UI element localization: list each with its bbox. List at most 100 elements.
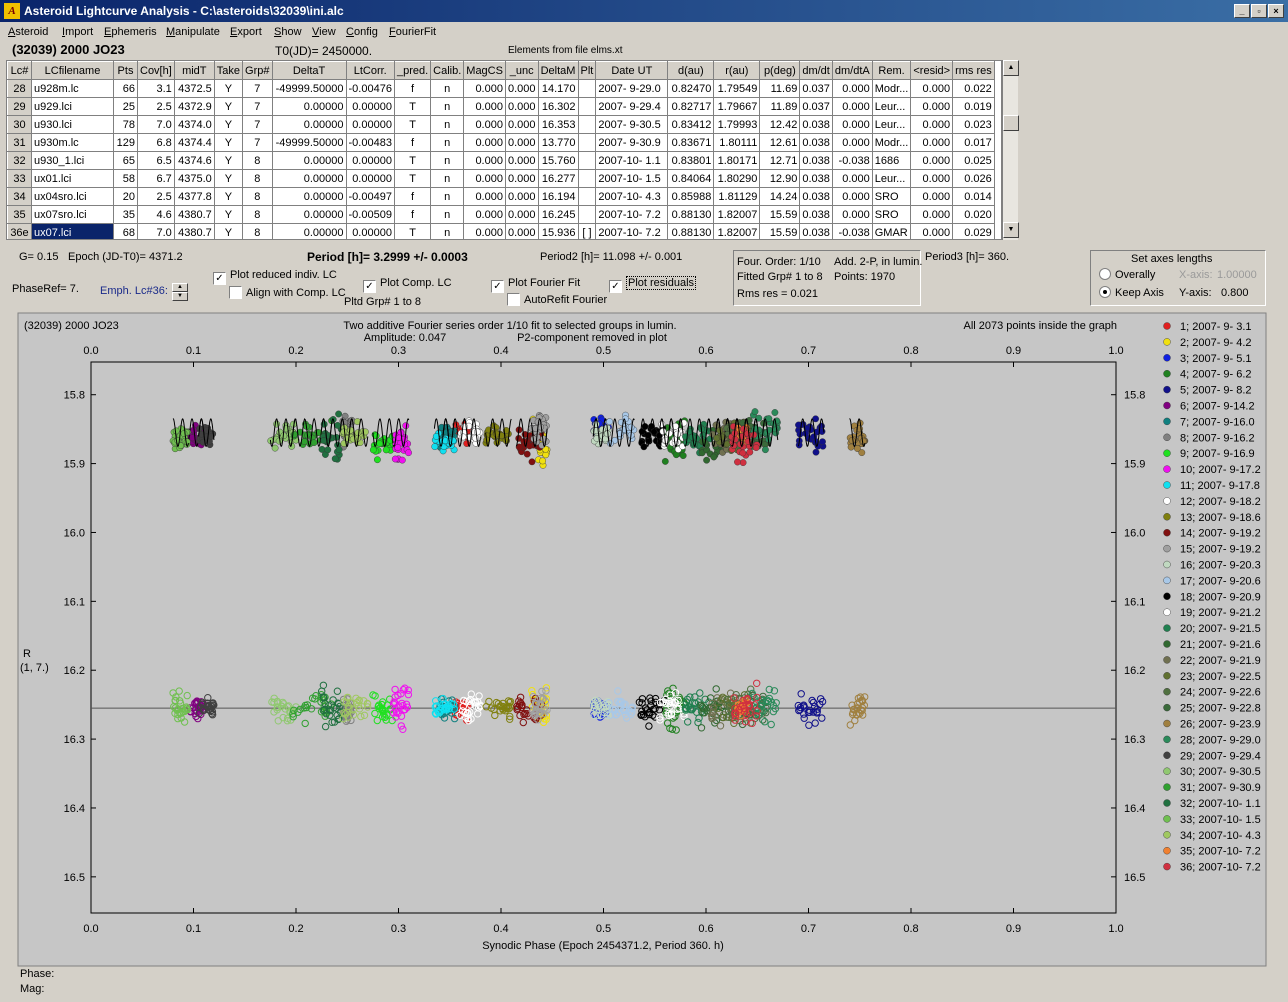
data-point bbox=[275, 437, 283, 445]
data-point bbox=[348, 416, 356, 424]
mag-readout-label: Mag: bbox=[20, 983, 45, 995]
data-point bbox=[320, 437, 328, 444]
legend-marker bbox=[1163, 529, 1171, 537]
legend-marker bbox=[1163, 703, 1171, 712]
legend-entry: 24; 2007- 9-22.6 bbox=[1180, 687, 1261, 699]
legend-entry: 5; 2007- 9- 8.2 bbox=[1180, 385, 1252, 397]
data-point bbox=[734, 458, 741, 466]
x-tick-label-bottom: 0.0 bbox=[83, 923, 98, 935]
legend-marker bbox=[1163, 513, 1171, 521]
legend-marker bbox=[1163, 640, 1171, 648]
data-point bbox=[859, 437, 867, 445]
legend-entry: 34; 2007-10- 4.3 bbox=[1180, 830, 1261, 842]
x-tick-label-top: 0.5 bbox=[596, 345, 611, 357]
legend-marker bbox=[1163, 672, 1171, 680]
data-point bbox=[373, 456, 381, 464]
x-tick-label-top: 0.1 bbox=[186, 345, 201, 357]
legend-entry: 17; 2007- 9-20.6 bbox=[1180, 575, 1261, 587]
data-point bbox=[740, 425, 747, 433]
y-tick-label-right: 16.0 bbox=[1124, 527, 1145, 539]
data-point bbox=[335, 446, 343, 454]
legend-entry: 25; 2007- 9-22.8 bbox=[1180, 703, 1261, 715]
data-point bbox=[431, 443, 439, 450]
data-point bbox=[819, 438, 826, 446]
data-point bbox=[331, 455, 339, 463]
y-tick-label-left: 16.4 bbox=[64, 803, 85, 815]
legend-entry: 21; 2007- 9-21.6 bbox=[1180, 639, 1261, 651]
data-point bbox=[751, 408, 759, 415]
data-point bbox=[752, 444, 760, 451]
legend-entry: 18; 2007- 9-20.9 bbox=[1180, 591, 1261, 603]
legend-entry: 35; 2007-10- 7.2 bbox=[1180, 846, 1261, 858]
x-tick-label-bottom: 1.0 bbox=[1108, 923, 1123, 935]
legend-entry: 36; 2007-10- 7.2 bbox=[1180, 862, 1261, 874]
legend-marker bbox=[1163, 831, 1171, 839]
legend-marker bbox=[1163, 465, 1171, 473]
y-tick-label-left: 16.1 bbox=[64, 596, 85, 608]
x-tick-label-bottom: 0.4 bbox=[493, 923, 508, 935]
chart-note: All 2073 points inside the graph bbox=[964, 320, 1118, 332]
data-point bbox=[606, 418, 613, 425]
x-tick-label-top: 0.0 bbox=[83, 345, 98, 357]
data-point bbox=[448, 428, 456, 436]
data-point bbox=[539, 457, 546, 465]
data-point bbox=[658, 420, 666, 428]
legend-marker bbox=[1163, 401, 1171, 410]
legend-entry: 11; 2007- 9-17.8 bbox=[1180, 480, 1260, 492]
x-tick-label-top: 1.0 bbox=[1108, 345, 1123, 357]
chart-subtitle-2: Amplitude: 0.047 bbox=[364, 332, 447, 344]
legend-marker bbox=[1163, 751, 1171, 759]
legend-entry: 19; 2007- 9-21.2 bbox=[1180, 607, 1261, 619]
y-tick-label-right: 16.5 bbox=[1124, 872, 1145, 884]
data-point bbox=[334, 421, 341, 429]
x-tick-label-top: 0.8 bbox=[903, 345, 918, 357]
legend-entry: 26; 2007- 9-23.9 bbox=[1180, 719, 1261, 731]
legend-entry: 33; 2007-10- 1.5 bbox=[1180, 814, 1261, 826]
legend-entry: 14; 2007- 9-19.2 bbox=[1180, 528, 1261, 540]
legend-marker bbox=[1163, 799, 1171, 807]
legend-entry: 1; 2007- 9- 3.1 bbox=[1180, 321, 1252, 333]
legend-marker bbox=[1163, 862, 1171, 871]
y-tick-label-left: 16.2 bbox=[64, 665, 85, 677]
legend-marker bbox=[1163, 560, 1171, 569]
data-point bbox=[398, 456, 406, 464]
data-point bbox=[335, 410, 342, 418]
legend-marker bbox=[1163, 815, 1171, 823]
legend-marker bbox=[1163, 544, 1171, 553]
data-point bbox=[271, 444, 279, 452]
legend-marker bbox=[1163, 449, 1171, 457]
data-point bbox=[659, 428, 667, 435]
x-tick-label-top: 0.4 bbox=[493, 345, 508, 357]
data-point bbox=[810, 433, 818, 441]
legend-entry: 13; 2007- 9-18.6 bbox=[1180, 512, 1261, 524]
legend-marker bbox=[1163, 592, 1171, 600]
x-tick-label-top: 0.7 bbox=[801, 345, 816, 357]
y-tick-label-right: 16.1 bbox=[1124, 596, 1145, 608]
data-point bbox=[310, 439, 318, 446]
x-tick-label-top: 0.3 bbox=[391, 345, 406, 357]
legend-marker bbox=[1163, 481, 1171, 489]
data-point bbox=[382, 446, 390, 454]
data-point bbox=[739, 449, 747, 457]
legend-entry: 2; 2007- 9- 4.2 bbox=[1180, 337, 1252, 349]
legend-entry: 32; 2007-10- 1.1 bbox=[1180, 798, 1261, 810]
data-point bbox=[713, 434, 721, 442]
data-point bbox=[528, 458, 536, 466]
data-point bbox=[449, 437, 457, 444]
lightcurve-plot[interactable]: (32039) 2000 JO23 Two additive Fourier se… bbox=[0, 0, 1288, 1002]
legend-entry: 22; 2007- 9-21.9 bbox=[1180, 655, 1261, 667]
legend-marker bbox=[1163, 767, 1171, 775]
legend-entry: 9; 2007- 9-16.9 bbox=[1180, 448, 1255, 460]
x-tick-label-bottom: 0.3 bbox=[391, 923, 406, 935]
plot-area bbox=[90, 361, 1117, 914]
x-tick-label-bottom: 0.8 bbox=[903, 923, 918, 935]
data-point bbox=[765, 415, 773, 422]
legend-entry: 28; 2007- 9-29.0 bbox=[1180, 734, 1261, 746]
data-point bbox=[391, 455, 399, 463]
legend-entry: 30; 2007- 9-30.5 bbox=[1180, 766, 1261, 778]
x-tick-label-bottom: 0.5 bbox=[596, 923, 611, 935]
data-point bbox=[394, 444, 402, 451]
y-tick-label-right: 16.2 bbox=[1124, 665, 1145, 677]
x-tick-label-bottom: 0.2 bbox=[288, 923, 303, 935]
y-tick-label-left: 15.9 bbox=[64, 459, 85, 471]
